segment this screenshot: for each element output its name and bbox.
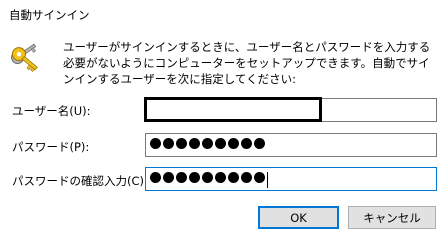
confirm-password-dot	[150, 172, 161, 183]
confirm-password-dot	[163, 172, 174, 183]
keys-icon	[10, 40, 44, 74]
password-dot	[215, 138, 226, 149]
password-dot	[241, 138, 252, 149]
window-title: 自動サインイン	[9, 8, 90, 22]
confirm-password-mask	[150, 172, 265, 183]
password-field[interactable]	[145, 133, 437, 157]
password-dot	[228, 138, 239, 149]
password-dot	[150, 138, 161, 149]
text-caret	[267, 172, 268, 188]
description-text: ユーザーがサインインするときに、ユーザー名とパスワードを入力する必要がないように…	[63, 40, 431, 86]
redaction-box	[144, 97, 322, 122]
password-mask	[150, 138, 265, 149]
title-bar[interactable]: 自動サインイン	[0, 0, 448, 28]
password-dot	[163, 138, 174, 149]
password-dot	[202, 138, 213, 149]
confirm-password-dot	[176, 172, 187, 183]
confirm-password-field[interactable]	[145, 167, 437, 191]
confirm-password-dot	[228, 172, 239, 183]
password-dot	[254, 138, 265, 149]
confirm-password-dot	[254, 172, 265, 183]
ok-button[interactable]: OK	[258, 206, 339, 229]
confirm-password-dot	[241, 172, 252, 183]
confirm-password-dot	[215, 172, 226, 183]
password-dot	[176, 138, 187, 149]
confirm-password-label: パスワードの確認入力(C):	[12, 174, 148, 188]
auto-signin-dialog: 自動サインイン ユーザーがサインインするときに、ユーザー名とパスワードを入力する…	[0, 0, 448, 243]
username-label: ユーザー名(U):	[12, 104, 91, 118]
confirm-password-dot	[202, 172, 213, 183]
password-dot	[189, 138, 200, 149]
confirm-password-dot	[189, 172, 200, 183]
password-label: パスワード(P):	[12, 140, 90, 154]
username-field[interactable]	[144, 97, 437, 122]
cancel-button[interactable]: キャンセル	[348, 206, 436, 229]
